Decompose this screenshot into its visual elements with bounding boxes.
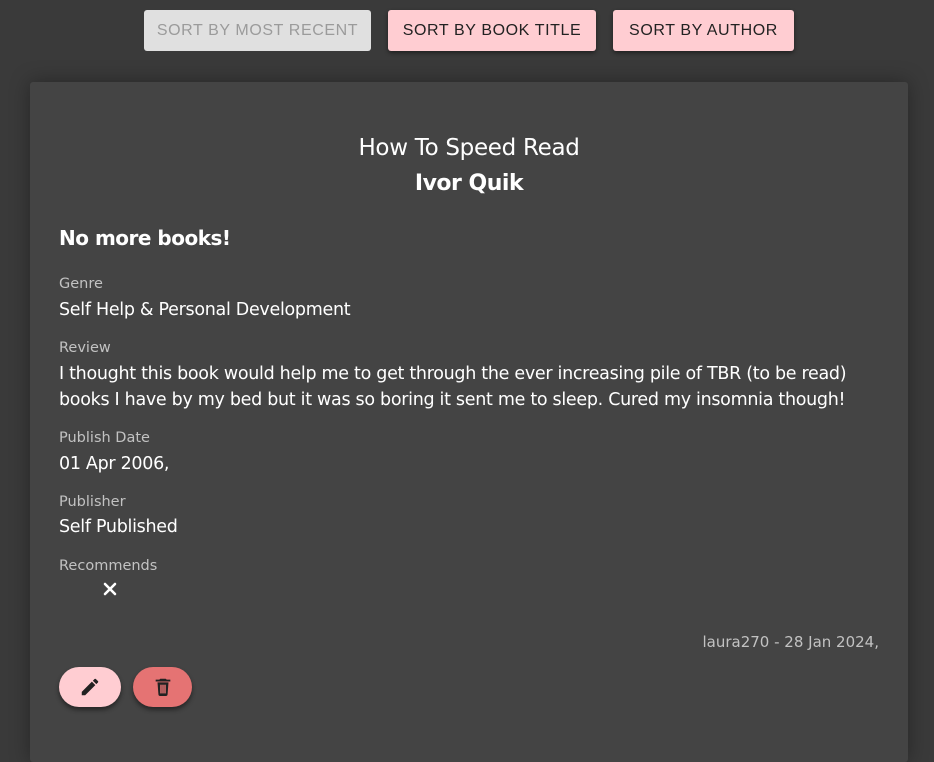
- close-icon: [100, 579, 120, 599]
- trash-icon: [155, 678, 170, 696]
- publisher-label: Publisher: [59, 494, 126, 510]
- delete-button[interactable]: [133, 667, 192, 707]
- publish-date-label: Publish Date: [59, 430, 150, 446]
- review-text: I thought this book would help me to get…: [59, 364, 847, 410]
- pencil-icon: [81, 678, 99, 696]
- review-author-date: laura270 - 28 Jan 2024,: [702, 633, 880, 651]
- sort-author-button[interactable]: SORT BY AUTHOR: [613, 10, 794, 51]
- sort-bar: SORT BY MOST RECENT SORT BY BOOK TITLE S…: [0, 10, 934, 51]
- genre-value: Self Help & Personal Development: [59, 300, 351, 320]
- book-author: Ivor Quik: [414, 171, 524, 196]
- review-headline: No more books!: [59, 226, 231, 250]
- edit-button[interactable]: [59, 667, 121, 707]
- book-review-card: How To Speed Read Ivor Quik No more book…: [30, 82, 908, 762]
- sort-most-recent-button[interactable]: SORT BY MOST RECENT: [144, 10, 371, 51]
- publish-date-value: 01 Apr 2006,: [59, 454, 170, 474]
- publisher-value: Self Published: [59, 517, 178, 537]
- recommends-label: Recommends: [59, 558, 158, 574]
- genre-label: Genre: [59, 276, 103, 292]
- book-title: How To Speed Read: [358, 135, 580, 161]
- review-label: Review: [59, 340, 111, 356]
- sort-book-title-button[interactable]: SORT BY BOOK TITLE: [388, 10, 596, 51]
